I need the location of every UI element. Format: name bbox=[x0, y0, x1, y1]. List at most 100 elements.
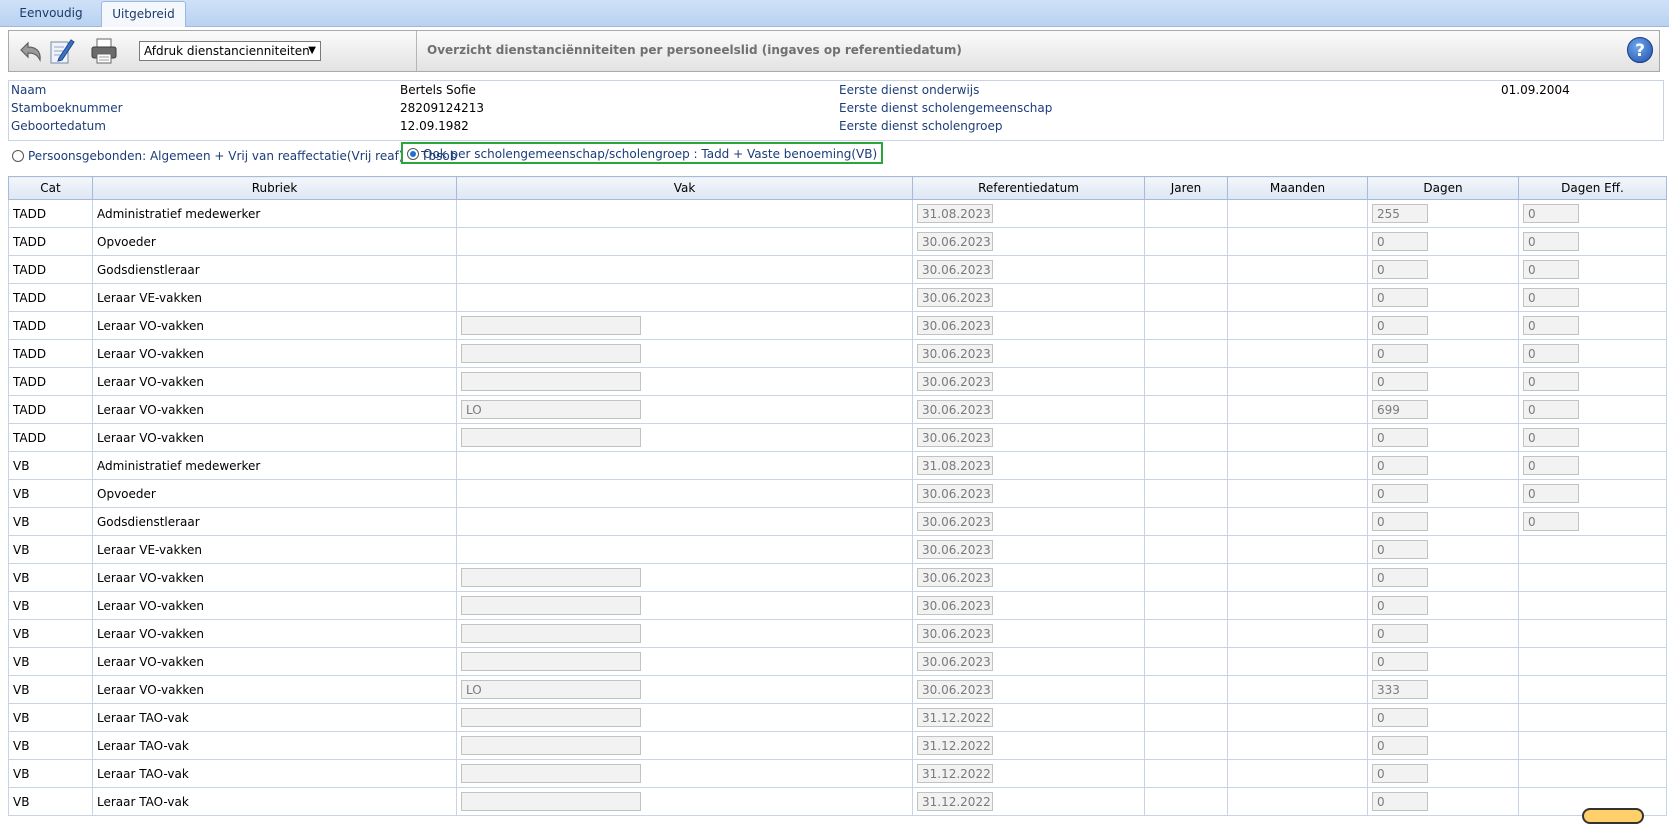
edit-icon[interactable] bbox=[47, 36, 77, 66]
radio-persoonsgebonden[interactable]: Persoonsgebonden: Algemeen + Vrij van re… bbox=[12, 145, 457, 167]
dagen-eff-input[interactable]: 0 bbox=[1523, 344, 1579, 363]
dagen-eff-input[interactable]: 0 bbox=[1523, 484, 1579, 503]
help-icon[interactable]: ? bbox=[1627, 37, 1653, 63]
col-header-vak[interactable]: Vak bbox=[456, 176, 913, 200]
referentiedatum-input[interactable]: 30.06.2023 bbox=[917, 568, 993, 587]
dagen-input[interactable]: 0 bbox=[1372, 540, 1428, 559]
dagen-input[interactable]: 0 bbox=[1372, 624, 1428, 643]
table-row[interactable]: TADD Administratief medewerker 31.08.2023 2… bbox=[8, 199, 1667, 228]
referentiedatum-input[interactable]: 31.12.2022 bbox=[917, 792, 993, 811]
vak-input[interactable] bbox=[461, 316, 641, 335]
table-row[interactable]: VB Administratief medewerker 31.08.2023 0 0 bbox=[8, 451, 1667, 480]
referentiedatum-input[interactable]: 30.06.2023 bbox=[917, 316, 993, 335]
dagen-input[interactable]: 0 bbox=[1372, 568, 1428, 587]
vak-input[interactable] bbox=[461, 652, 641, 671]
vak-input[interactable] bbox=[461, 344, 641, 363]
printer-icon[interactable] bbox=[89, 36, 119, 66]
table-row[interactable]: VB Leraar VE-vakken 30.06.2023 0 bbox=[8, 535, 1667, 564]
dagen-input[interactable]: 0 bbox=[1372, 316, 1428, 335]
referentiedatum-input[interactable]: 30.06.2023 bbox=[917, 260, 993, 279]
table-row[interactable]: TADD Leraar VO-vakken 30.06.2023 0 0 bbox=[8, 339, 1667, 368]
col-header-dagen-eff[interactable]: Dagen Eff. bbox=[1518, 176, 1667, 200]
dagen-input[interactable]: 0 bbox=[1372, 708, 1428, 727]
col-header-jaren[interactable]: Jaren bbox=[1144, 176, 1228, 200]
dagen-input[interactable]: 0 bbox=[1372, 344, 1428, 363]
table-row[interactable]: VB Leraar VO-vakken 30.06.2023 0 bbox=[8, 591, 1667, 620]
dagen-input[interactable]: 0 bbox=[1372, 456, 1428, 475]
dagen-eff-input[interactable]: 0 bbox=[1523, 204, 1579, 223]
table-row[interactable]: TADD Godsdienstleraar 30.06.2023 0 0 bbox=[8, 255, 1667, 284]
referentiedatum-input[interactable]: 30.06.2023 bbox=[917, 288, 993, 307]
referentiedatum-input[interactable]: 31.12.2022 bbox=[917, 764, 993, 783]
undo-icon[interactable] bbox=[15, 36, 45, 66]
vak-input[interactable] bbox=[461, 428, 641, 447]
col-header-maanden[interactable]: Maanden bbox=[1227, 176, 1368, 200]
vak-input[interactable] bbox=[461, 708, 641, 727]
dagen-input[interactable]: 0 bbox=[1372, 260, 1428, 279]
dagen-eff-input[interactable]: 0 bbox=[1523, 316, 1579, 335]
dagen-input[interactable]: 0 bbox=[1372, 232, 1428, 251]
dagen-input[interactable]: 333 bbox=[1372, 680, 1428, 699]
referentiedatum-input[interactable]: 30.06.2023 bbox=[917, 400, 993, 419]
dagen-input[interactable]: 0 bbox=[1372, 372, 1428, 391]
table-row[interactable]: VB Leraar VO-vakken 30.06.2023 0 bbox=[8, 619, 1667, 648]
referentiedatum-input[interactable]: 30.06.2023 bbox=[917, 624, 993, 643]
table-row[interactable]: VB Leraar TAO-vak 31.12.2022 0 bbox=[8, 703, 1667, 732]
dagen-input[interactable]: 255 bbox=[1372, 204, 1428, 223]
col-header-rubriek[interactable]: Rubriek bbox=[92, 176, 457, 200]
dagen-eff-input[interactable]: 0 bbox=[1523, 428, 1579, 447]
referentiedatum-input[interactable]: 30.06.2023 bbox=[917, 512, 993, 531]
referentiedatum-input[interactable]: 31.08.2023 bbox=[917, 204, 993, 223]
table-row[interactable]: VB Leraar TAO-vak 31.12.2022 0 bbox=[8, 731, 1667, 760]
dagen-input[interactable]: 0 bbox=[1372, 512, 1428, 531]
dagen-input[interactable]: 0 bbox=[1372, 736, 1428, 755]
tab-uitgebreid[interactable]: Uitgebreid bbox=[101, 1, 186, 27]
referentiedatum-input[interactable]: 30.06.2023 bbox=[917, 344, 993, 363]
vak-input[interactable] bbox=[461, 736, 641, 755]
referentiedatum-input[interactable]: 30.06.2023 bbox=[917, 652, 993, 671]
referentiedatum-input[interactable]: 30.06.2023 bbox=[917, 680, 993, 699]
referentiedatum-input[interactable]: 31.12.2022 bbox=[917, 736, 993, 755]
referentiedatum-input[interactable]: 31.12.2022 bbox=[917, 708, 993, 727]
table-row[interactable]: TADD Leraar VO-vakken 30.06.2023 0 0 bbox=[8, 367, 1667, 396]
table-row[interactable]: VB Leraar VO-vakken LO 30.06.2023 333 bbox=[8, 675, 1667, 704]
vak-input[interactable] bbox=[461, 596, 641, 615]
vak-input[interactable] bbox=[461, 764, 641, 783]
col-header-dagen[interactable]: Dagen bbox=[1367, 176, 1519, 200]
report-select[interactable]: Afdruk dienstancienniteiten ▼ bbox=[139, 41, 321, 61]
table-row[interactable]: VB Godsdienstleraar 30.06.2023 0 0 bbox=[8, 507, 1667, 536]
vak-input[interactable] bbox=[461, 792, 641, 811]
tab-eenvoudig[interactable]: Eenvoudig bbox=[6, 1, 96, 25]
dagen-eff-input[interactable]: 0 bbox=[1523, 372, 1579, 391]
vak-input[interactable] bbox=[461, 624, 641, 643]
referentiedatum-input[interactable]: 30.06.2023 bbox=[917, 540, 993, 559]
dagen-eff-input[interactable]: 0 bbox=[1523, 512, 1579, 531]
referentiedatum-input[interactable]: 30.06.2023 bbox=[917, 428, 993, 447]
vak-input[interactable]: LO bbox=[461, 680, 641, 699]
dagen-eff-input[interactable]: 0 bbox=[1523, 260, 1579, 279]
table-row[interactable]: VB Leraar VO-vakken 30.06.2023 0 bbox=[8, 563, 1667, 592]
dagen-eff-input[interactable]: 0 bbox=[1523, 400, 1579, 419]
dagen-input[interactable]: 0 bbox=[1372, 288, 1428, 307]
dagen-input[interactable]: 0 bbox=[1372, 484, 1428, 503]
referentiedatum-input[interactable]: 30.06.2023 bbox=[917, 232, 993, 251]
dagen-input[interactable]: 0 bbox=[1372, 764, 1428, 783]
table-row[interactable]: TADD Leraar VO-vakken LO 30.06.2023 699 0 bbox=[8, 395, 1667, 424]
referentiedatum-input[interactable]: 30.06.2023 bbox=[917, 484, 993, 503]
table-row[interactable]: TADD Leraar VO-vakken 30.06.2023 0 0 bbox=[8, 311, 1667, 340]
referentiedatum-input[interactable]: 30.06.2023 bbox=[917, 596, 993, 615]
table-row[interactable]: TADD Leraar VE-vakken 30.06.2023 0 0 bbox=[8, 283, 1667, 312]
table-row[interactable]: TADD Leraar VO-vakken 30.06.2023 0 0 bbox=[8, 423, 1667, 452]
dagen-input[interactable]: 699 bbox=[1372, 400, 1428, 419]
dagen-input[interactable]: 0 bbox=[1372, 596, 1428, 615]
referentiedatum-input[interactable]: 30.06.2023 bbox=[917, 372, 993, 391]
table-row[interactable]: TADD Opvoeder 30.06.2023 0 0 bbox=[8, 227, 1667, 256]
chat-widget[interactable] bbox=[1582, 808, 1644, 824]
col-header-referentiedatum[interactable]: Referentiedatum bbox=[912, 176, 1145, 200]
table-row[interactable]: VB Leraar VO-vakken 30.06.2023 0 bbox=[8, 647, 1667, 676]
vak-input[interactable]: LO bbox=[461, 400, 641, 419]
dagen-input[interactable]: 0 bbox=[1372, 792, 1428, 811]
table-row[interactable]: VB Leraar TAO-vak 31.12.2022 0 bbox=[8, 759, 1667, 788]
referentiedatum-input[interactable]: 31.08.2023 bbox=[917, 456, 993, 475]
radio-scholengemeenschap[interactable]: Ook per scholengemeenschap/scholengroep … bbox=[401, 142, 884, 164]
